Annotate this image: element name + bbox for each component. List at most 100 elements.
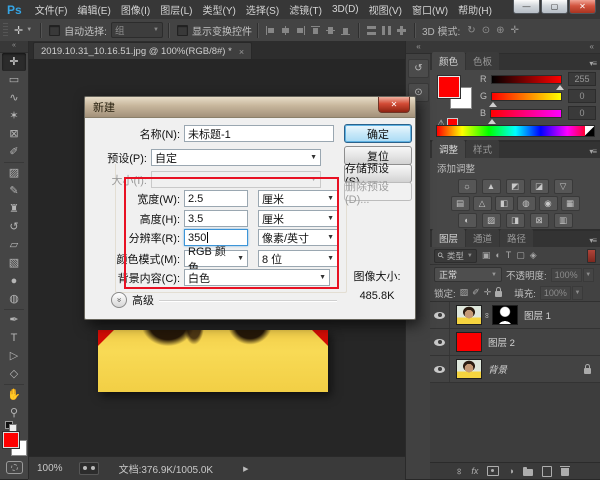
photo-document[interactable] [98,330,328,392]
filter-type-dropdown[interactable]: ⚲ 类型 ▼ [434,249,477,263]
visibility-toggle[interactable] [430,302,450,328]
close-button[interactable]: ✕ [569,0,596,14]
lasso-tool[interactable]: ∿ [2,89,26,107]
posterize-icon[interactable]: ▨ [482,213,501,228]
layer-name[interactable]: 背景 [488,362,507,376]
menu-edit[interactable]: 编辑(E) [75,2,112,17]
3d-slide-icon[interactable]: ✛ [510,25,518,36]
layer-filter-toggle[interactable] [587,249,596,263]
photo-filter-icon[interactable]: ◍ [517,196,536,211]
tab-styles[interactable]: 样式 [466,140,499,158]
new-layer-icon[interactable] [542,466,552,477]
strip-collapse-icon[interactable]: « [406,41,431,54]
default-colors-icon[interactable] [5,421,17,431]
blue-value-field[interactable]: 0 [568,106,596,120]
layer-thumbnail[interactable] [456,359,482,379]
distribute-horizontal-icon[interactable] [380,24,393,37]
type-tool[interactable]: T [2,329,26,347]
marquee-tool[interactable]: ▭ [2,71,26,89]
layer-name[interactable]: 图层 1 [524,308,551,322]
opacity-field[interactable]: 100% ▼ [551,268,594,282]
3d-pan-icon[interactable]: ⊕ [496,25,504,36]
height-unit-dropdown[interactable]: 厘米▼ [258,210,338,227]
new-group-icon[interactable] [523,469,533,476]
link-layers-icon[interactable]: ∞ [455,468,464,474]
delete-layer-icon[interactable] [561,468,569,476]
exposure-icon[interactable]: ◪ [530,179,549,194]
slider-thumb[interactable] [556,81,564,90]
hand-tool[interactable]: ✋ [2,386,26,404]
gradient-map-icon[interactable]: ▥ [554,213,573,228]
green-value-field[interactable]: 0 [568,89,596,103]
background-contents-dropdown[interactable]: 白色▼ [184,269,330,286]
ok-button[interactable]: 确定 [344,124,412,143]
filter-adjustment-layers-icon[interactable]: ◐ [495,251,500,260]
panel-menu-icon[interactable]: ▾≡ [589,236,600,247]
brush-tool[interactable]: ✎ [2,182,26,200]
advanced-expander[interactable]: » 高级 [111,292,337,308]
3d-roll-icon[interactable]: ⊙ [482,25,490,36]
align-left-icon[interactable] [264,24,277,37]
preset-dropdown[interactable]: 自定▼ [151,149,321,166]
add-mask-icon[interactable] [487,466,499,476]
menu-layer[interactable]: 图层(L) [158,2,194,17]
blur-tool[interactable]: ● [2,272,26,290]
blend-mode-dropdown[interactable]: 正常 ▼ [434,267,502,282]
minimize-button[interactable]: — [513,0,540,14]
align-bottom-icon[interactable] [339,24,352,37]
height-input[interactable]: 3.5 [184,210,248,227]
expand-advanced-icon[interactable]: » [111,292,127,308]
dialog-title-bar[interactable]: 新建 ✕ [85,97,415,118]
brightness-contrast-icon[interactable]: ☼ [458,179,477,194]
tab-adjustments[interactable]: 调整 [432,140,465,158]
layer-row-1[interactable]: ∞ 图层 1 [430,302,600,329]
menu-view[interactable]: 视图(V) [367,2,404,17]
lock-pixels-icon[interactable]: ✐ [472,288,480,297]
layer-row-2[interactable]: 图层 2 [430,329,600,356]
layer-name[interactable]: 图层 2 [488,335,515,349]
document-tab[interactable]: 2019.10.31_10.16.51.jpg @ 100%(RGB/8#) *… [33,42,252,60]
menu-type[interactable]: 类型(Y) [201,2,238,17]
slider-thumb[interactable] [488,115,496,124]
auto-select-dropdown[interactable]: 组▼ [111,22,163,38]
curves-icon[interactable]: ◩ [506,179,525,194]
show-transform-checkbox[interactable] [177,25,188,36]
path-select-tool[interactable]: ▷ [2,347,26,365]
filter-smart-objects-icon[interactable]: ◈ [530,251,537,260]
clone-stamp-tool[interactable]: ♜ [2,200,26,218]
pen-tool[interactable]: ✒ [2,311,26,329]
foreground-color-swatch[interactable] [3,432,19,448]
layer-row-background[interactable]: 背景 [430,356,600,383]
channel-mixer-icon[interactable]: ◉ [539,196,558,211]
layer-thumbnail[interactable] [456,332,482,352]
color-lookup-icon[interactable]: ▦ [561,196,580,211]
quick-mask-button[interactable] [6,461,23,474]
threshold-icon[interactable]: ◨ [506,213,525,228]
color-spectrum-ramp[interactable] [436,125,595,137]
gradient-tool[interactable]: ▧ [2,254,26,272]
layer-style-icon[interactable]: fx [471,467,478,476]
tab-swatches[interactable]: 色板 [466,52,499,70]
name-input[interactable]: 未标题-1 [184,125,334,142]
menu-file[interactable]: 文件(F) [33,2,70,17]
fill-field[interactable]: 100% ▼ [540,286,583,300]
align-right-icon[interactable] [294,24,307,37]
filter-shape-layers-icon[interactable]: ▢ [516,251,525,260]
menu-window[interactable]: 窗口(W) [410,2,450,17]
mask-link-icon[interactable]: ∞ [483,310,492,320]
lock-transparent-icon[interactable]: ▨ [460,288,469,297]
invert-icon[interactable]: ◐ [458,213,477,228]
black-white-icon[interactable]: ◧ [495,196,514,211]
tab-color[interactable]: 颜色 [432,52,465,70]
levels-icon[interactable]: ▲ [482,179,501,194]
current-tool-icon[interactable]: ✛▼ [11,24,35,37]
dodge-tool[interactable]: ◍ [2,290,26,308]
panel-menu-icon[interactable]: ▾≡ [589,147,600,158]
red-value-field[interactable]: 255 [568,72,596,86]
resolution-unit-dropdown[interactable]: 像素/英寸▼ [258,229,338,246]
lock-position-icon[interactable]: ✛ [484,288,492,297]
lock-all-icon[interactable] [495,291,502,297]
auto-select-checkbox[interactable] [49,25,60,36]
status-menu-arrow-icon[interactable]: ▶ [243,465,248,473]
zoom-level-field[interactable]: 100% [37,463,63,474]
